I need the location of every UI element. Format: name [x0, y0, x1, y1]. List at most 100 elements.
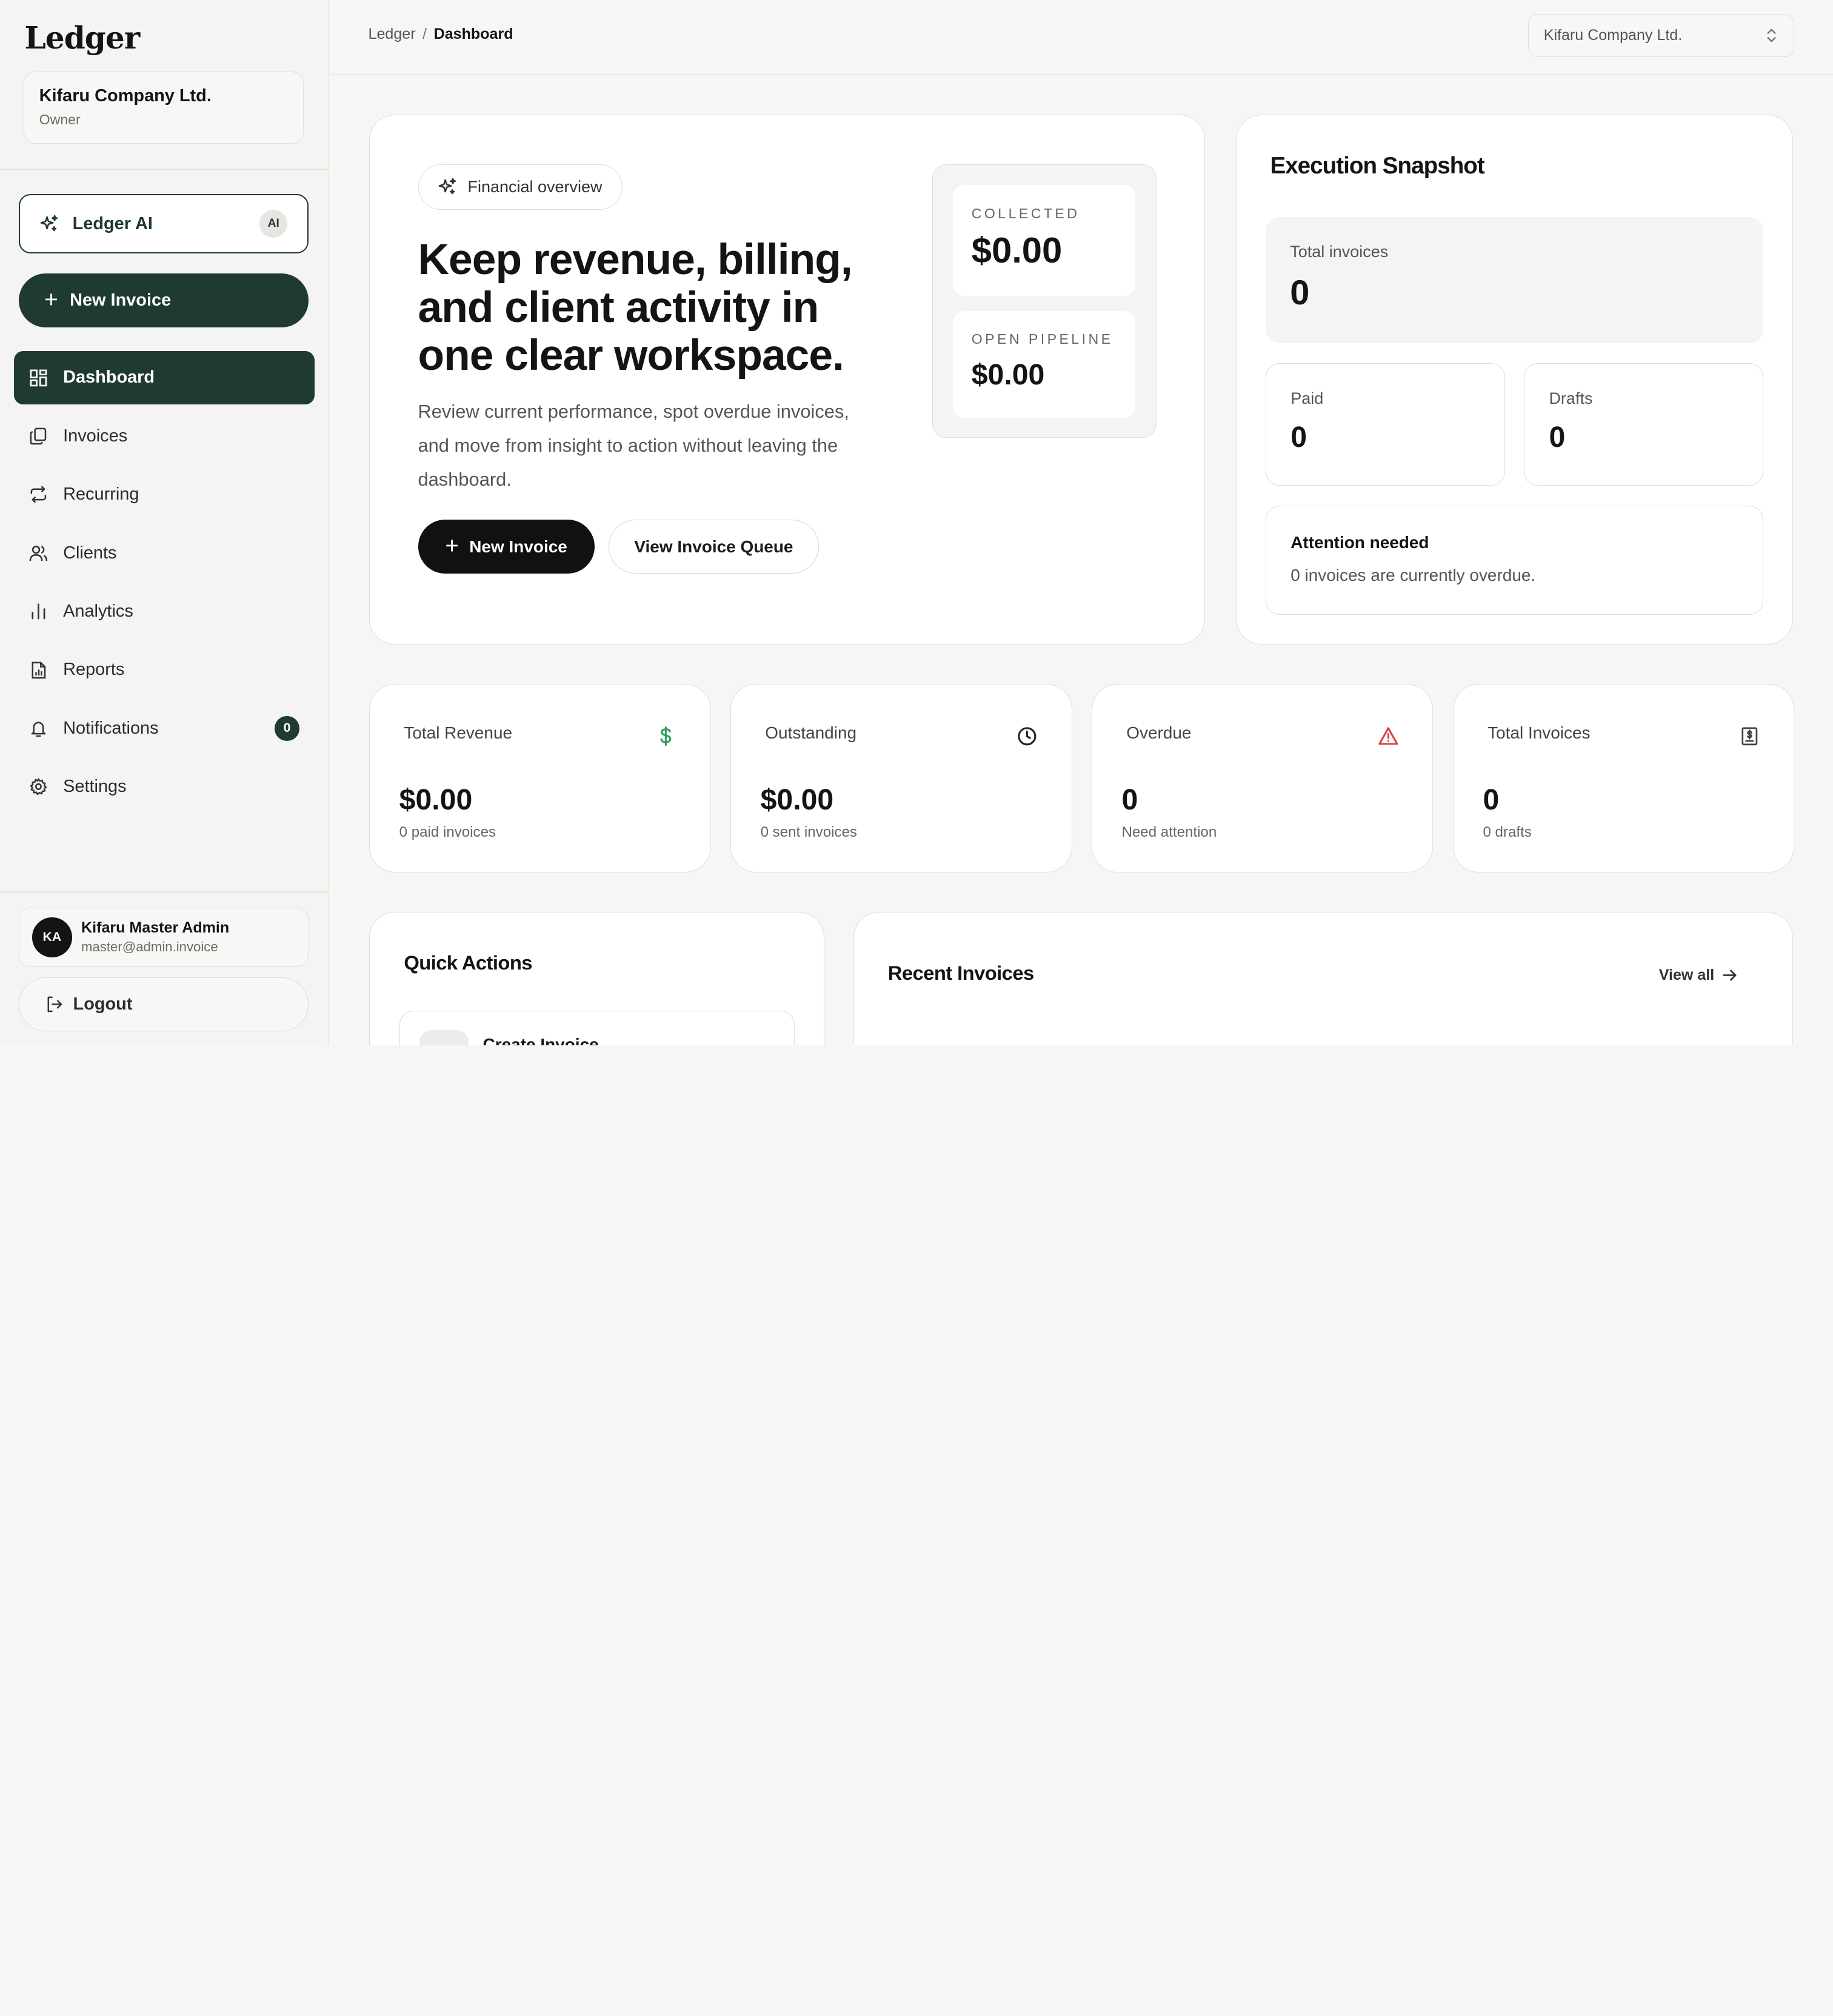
sidebar-item-invoices[interactable]: Invoices [14, 409, 315, 463]
user-email: master@admin.invoice [81, 939, 218, 955]
bell-icon [31, 722, 46, 737]
topbar: Ledger / Dashboard Kifaru Company Ltd. [329, 0, 1833, 75]
view-invoice-queue-button[interactable]: View Invoice Queue [608, 520, 819, 574]
stat-label: Overdue [1126, 723, 1192, 742]
dollar-icon [660, 726, 672, 746]
user-name: Kifaru Master Admin [81, 919, 230, 937]
breadcrumb-separator: / [422, 25, 427, 43]
chevron-up-down-icon [1767, 28, 1776, 42]
sidebar-item-label: Invoices [63, 426, 128, 446]
pill-label: Financial overview [467, 178, 603, 196]
stat-subtext: 0 drafts [1483, 823, 1532, 840]
sidebar-item-settings[interactable]: Settings [14, 760, 315, 814]
collected-value: $0.00 [971, 230, 1063, 271]
quick-action-label: Create Invoice [482, 1034, 599, 1046]
snapshot-paid: Paid 0 [1265, 363, 1506, 486]
stat-label: Total Revenue [404, 723, 513, 742]
sidebar: Ledger Kifaru Company Ltd. Owner Ledger … [0, 0, 329, 1046]
quick-action-create-invoice[interactable]: Create Invoice [399, 1011, 795, 1046]
user-card[interactable]: KA Kifaru Master Admin master@admin.invo… [18, 907, 309, 967]
attention-text: 0 invoices are currently overdue. [1290, 565, 1536, 584]
sidebar-item-recurring[interactable]: Recurring [14, 467, 315, 521]
sidebar-item-notifications[interactable]: Notifications 0 [14, 702, 315, 755]
org-name: Kifaru Company Ltd. [39, 85, 212, 105]
hero-new-invoice-label: New Invoice [469, 537, 567, 556]
hero-subtitle: Review current performance, spot overdue… [418, 400, 849, 490]
total-invoices-value: 0 [1290, 273, 1310, 313]
ledger-ai-label: Ledger AI [72, 213, 153, 233]
sidebar-item-label: Recurring [63, 484, 139, 504]
sidebar-item-label: Dashboard [63, 367, 155, 387]
arrow-right-icon [1723, 969, 1737, 981]
org-select-value: Kifaru Company Ltd. [1543, 27, 1683, 44]
sidebar-new-invoice-button[interactable]: + New Invoice [18, 273, 309, 327]
sidebar-item-label: Notifications [63, 718, 159, 738]
sidebar-item-dashboard[interactable]: Dashboard [14, 350, 315, 405]
sidebar-nav: Dashboard Invoices Recurring Clients Ana… [14, 350, 315, 819]
warning-icon [1378, 727, 1398, 745]
stat-card-total-invoices: Total Invoices 0 0 drafts [1453, 684, 1795, 872]
quick-actions-title: Quick Actions [404, 951, 532, 974]
stat-label: Outstanding [765, 723, 857, 742]
hero-new-invoice-button[interactable]: + New Invoice [418, 520, 595, 574]
stat-value: 0 [1483, 783, 1500, 817]
recurring-icon [30, 486, 47, 503]
create-invoice-icon [419, 1030, 469, 1046]
stat-subtext: 0 paid invoices [399, 823, 496, 840]
analytics-icon [32, 603, 45, 620]
view-all-label: View all [1658, 966, 1715, 983]
stat-value: $0.00 [760, 783, 834, 817]
sidebar-item-clients[interactable]: Clients [14, 526, 315, 580]
hero-metrics-panel: COLLECTED $0.00 OPEN PIPELINE $0.00 [932, 164, 1157, 438]
ledger-ai-button[interactable]: Ledger AI AI [18, 194, 309, 254]
breadcrumb-item-dashboard: Dashboard [433, 25, 513, 43]
collected-metric: COLLECTED $0.00 [952, 184, 1135, 296]
recent-invoices-title: Recent Invoices [887, 962, 1034, 985]
breadcrumb-item-ledger[interactable]: Ledger [369, 25, 416, 42]
paid-label: Paid [1290, 389, 1324, 408]
recent-invoices-card: Recent Invoices View all [853, 912, 1794, 1046]
sidebar-item-label: Analytics [63, 601, 133, 621]
view-all-link[interactable]: View all [1659, 966, 1738, 984]
collected-label: COLLECTED [971, 206, 1080, 222]
invoices-icon [30, 427, 47, 445]
drafts-label: Drafts [1549, 389, 1593, 408]
stat-subtext: 0 sent invoices [760, 823, 857, 840]
sidebar-item-reports[interactable]: Reports [14, 643, 315, 697]
org-switcher-card[interactable]: Kifaru Company Ltd. Owner [23, 71, 304, 144]
brand-logo[interactable]: Ledger [25, 20, 141, 56]
logout-icon [47, 996, 62, 1013]
org-select[interactable]: Kifaru Company Ltd. [1528, 14, 1795, 58]
user-info: Kifaru Master Admin master@admin.invoice [81, 919, 229, 955]
attention-needed-box: Attention needed 0 invoices are currentl… [1265, 506, 1764, 615]
ai-badge: AI [259, 210, 288, 238]
total-invoices-label: Total invoices [1290, 243, 1389, 261]
notifications-count-badge: 0 [275, 716, 299, 741]
stat-card-total-revenue: Total Revenue $0.00 0 paid invoices [369, 684, 711, 872]
open-pipeline-value: $0.00 [971, 358, 1045, 392]
sidebar-item-analytics[interactable]: Analytics [14, 584, 315, 638]
sidebar-new-invoice-label: New Invoice [70, 290, 172, 310]
sidebar-item-label: Clients [63, 543, 117, 563]
attention-title: Attention needed [1290, 533, 1429, 552]
drafts-value: 0 [1549, 420, 1566, 454]
receipt-icon [1741, 727, 1758, 745]
snapshot-total-invoices: Total invoices 0 [1265, 216, 1764, 344]
hero-card: Financial overview Keep revenue, billing… [369, 115, 1206, 645]
sidebar-divider [0, 891, 329, 892]
logout-button[interactable]: Logout [18, 977, 309, 1031]
stat-card-overdue: Overdue 0 Need attention [1092, 684, 1434, 872]
stat-value: 0 [1121, 783, 1138, 817]
paid-value: 0 [1290, 420, 1307, 454]
app-root: Ledger Kifaru Company Ltd. Owner Ledger … [0, 0, 1833, 1046]
sparkles-icon [40, 215, 58, 232]
stat-value: $0.00 [399, 783, 473, 817]
quick-actions-card: Quick Actions Create Invoice [369, 912, 824, 1046]
stat-card-outstanding: Outstanding $0.00 0 sent invoices [730, 684, 1072, 872]
sparkles-icon [438, 178, 456, 195]
logout-label: Logout [73, 994, 133, 1014]
clients-icon [29, 545, 48, 561]
sidebar-divider [0, 168, 329, 170]
gear-icon [30, 778, 47, 795]
snapshot-title: Execution Snapshot [1270, 152, 1484, 179]
